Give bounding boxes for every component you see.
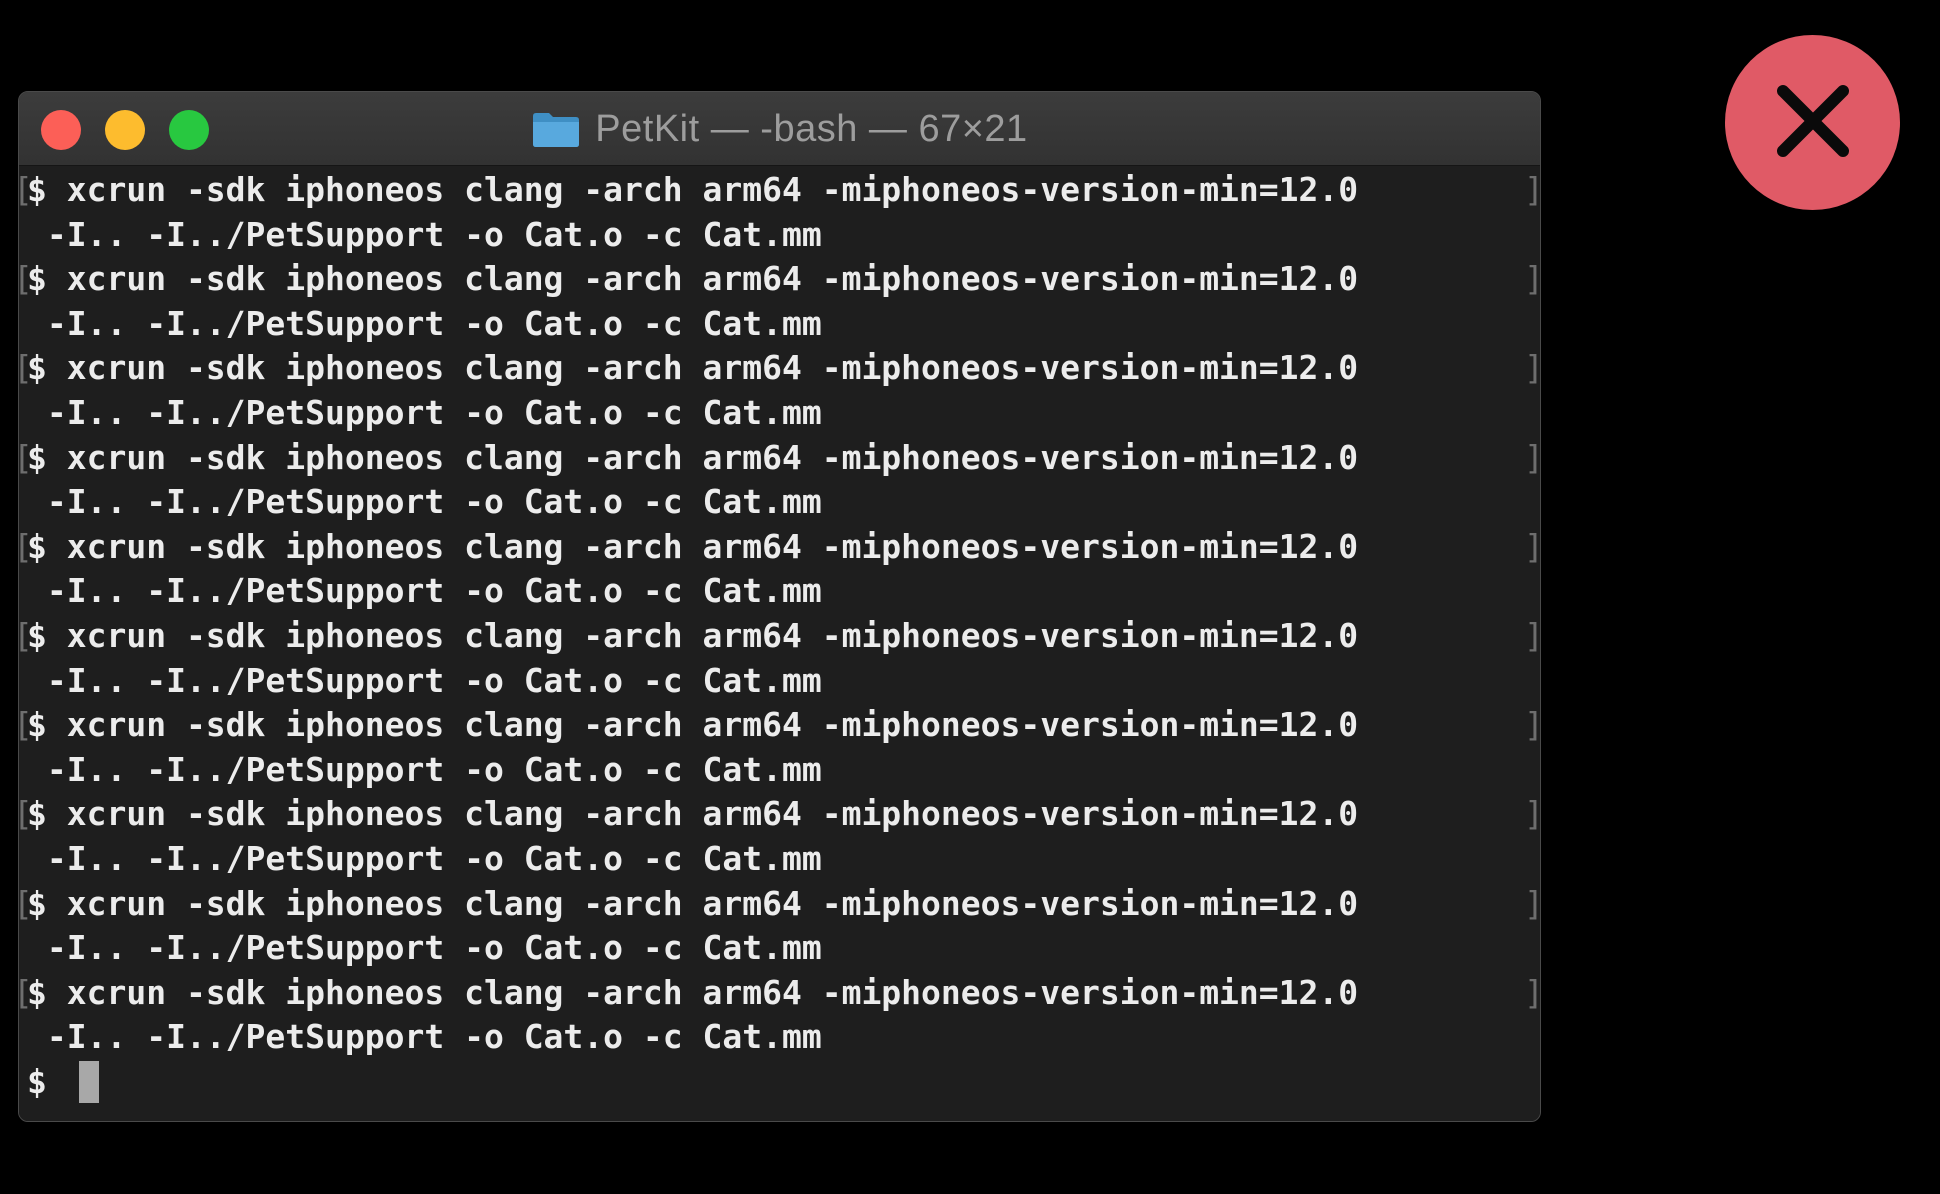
command-line: $ xcrun -sdk iphoneos clang -arch arm64 …: [27, 437, 1359, 477]
selection-bracket-right: ]: [1524, 882, 1540, 926]
terminal-output[interactable]: [$ xcrun -sdk iphoneos clang -arch arm64…: [19, 166, 1540, 1121]
command-line: $ xcrun -sdk iphoneos clang -arch arm64 …: [27, 883, 1359, 923]
close-overlay-button[interactable]: [1725, 35, 1900, 210]
selection-bracket-right: ]: [1524, 257, 1540, 301]
command-continuation-line: -I.. -I../PetSupport -o Cat.o -c Cat.mm: [27, 928, 822, 968]
command-line: $ xcrun -sdk iphoneos clang -arch arm64 …: [27, 705, 1359, 745]
window-title: PetKit — -bash — 67×21: [595, 107, 1028, 150]
command-line: $ xcrun -sdk iphoneos clang -arch arm64 …: [27, 972, 1359, 1012]
command-continuation-line: -I.. -I../PetSupport -o Cat.o -c Cat.mm: [27, 482, 822, 522]
selection-bracket-right: ]: [1524, 436, 1540, 480]
command-continuation-line: -I.. -I../PetSupport -o Cat.o -c Cat.mm: [27, 839, 822, 878]
text-cursor: [79, 1061, 99, 1103]
command-continuation-line: -I.. -I../PetSupport -o Cat.o -c Cat.mm: [27, 571, 822, 611]
selection-bracket-right: ]: [1524, 792, 1540, 836]
command-line: $ xcrun -sdk iphoneos clang -arch arm64 …: [27, 616, 1359, 655]
command-continuation-line: -I.. -I../PetSupport -o Cat.o -c Cat.mm: [27, 749, 822, 789]
close-x-icon: [1773, 81, 1853, 165]
command-continuation-line: -I.. -I../PetSupport -o Cat.o -c Cat.mm: [27, 1017, 822, 1057]
shell-prompt: $: [27, 1062, 47, 1101]
command-line: $ xcrun -sdk iphoneos clang -arch arm64 …: [27, 348, 1359, 388]
selection-bracket-right: ]: [1524, 168, 1540, 212]
command-continuation-line: -I.. -I../PetSupport -o Cat.o -c Cat.mm: [27, 214, 822, 254]
selection-bracket-right: ]: [1524, 703, 1540, 747]
command-line: $ xcrun -sdk iphoneos clang -arch arm64 …: [27, 794, 1359, 834]
command-continuation-line: -I.. -I../PetSupport -o Cat.o -c Cat.mm: [27, 660, 822, 700]
command-line: $ xcrun -sdk iphoneos clang -arch arm64 …: [27, 526, 1359, 566]
window-title-group: PetKit — -bash — 67×21: [19, 92, 1540, 166]
selection-bracket-right: ]: [1524, 525, 1540, 569]
command-continuation-line: -I.. -I../PetSupport -o Cat.o -c Cat.mm: [27, 303, 822, 343]
selection-bracket-right: ]: [1524, 971, 1540, 1015]
selection-bracket-right: ]: [1524, 346, 1540, 390]
command-line: $ xcrun -sdk iphoneos clang -arch arm64 …: [27, 170, 1359, 209]
command-continuation-line: -I.. -I../PetSupport -o Cat.o -c Cat.mm: [27, 393, 822, 432]
selection-bracket-right: ]: [1524, 614, 1540, 658]
title-bar[interactable]: PetKit — -bash — 67×21: [19, 92, 1540, 166]
terminal-window: PetKit — -bash — 67×21 [$ xcrun -sdk iph…: [18, 91, 1541, 1122]
folder-icon: [531, 110, 581, 148]
stage: PetKit — -bash — 67×21 [$ xcrun -sdk iph…: [0, 0, 1940, 1194]
command-line: $ xcrun -sdk iphoneos clang -arch arm64 …: [27, 259, 1359, 299]
